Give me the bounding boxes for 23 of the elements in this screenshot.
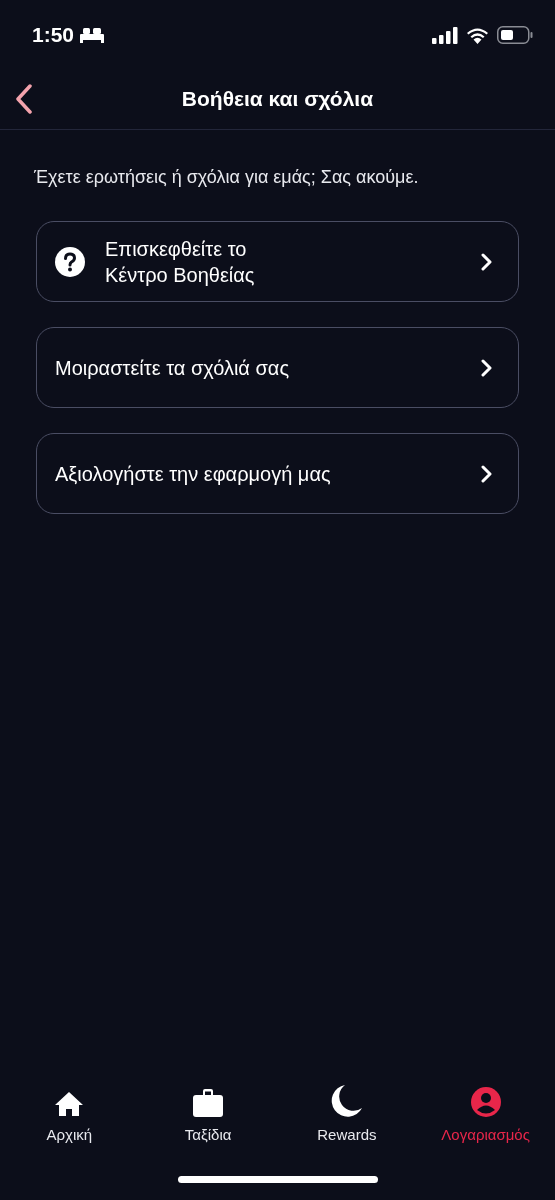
bed-icon bbox=[80, 27, 105, 43]
menu-item[interactable]: Μοιραστείτε τα σχόλιά σας bbox=[36, 327, 519, 408]
menu-item[interactable]: Επισκεφθείτε το Κέντρο Βοηθείας bbox=[36, 221, 519, 302]
back-icon bbox=[15, 84, 33, 114]
tab-item[interactable]: Λογαριασμός bbox=[416, 1080, 555, 1150]
signal-icon bbox=[432, 26, 458, 44]
wifi-icon bbox=[466, 26, 489, 44]
moon-icon bbox=[330, 1083, 363, 1118]
intro-text: Έχετε ερωτήσεις ή σχόλια για εμάς; Σας ακούμε. bbox=[34, 166, 420, 189]
menu-item[interactable]: Αξιολογήστε την εφαρμογή μας bbox=[36, 433, 519, 514]
battery-icon bbox=[497, 26, 533, 44]
status-time: 1:50 bbox=[32, 22, 75, 49]
tab-item[interactable]: Ταξίδια bbox=[138, 1080, 278, 1150]
tab-item[interactable]: Αρχική bbox=[0, 1080, 139, 1150]
help-icon bbox=[55, 246, 85, 277]
tab-item[interactable]: Rewards bbox=[277, 1080, 417, 1150]
chevron-right-icon bbox=[480, 358, 492, 377]
briefcase-icon bbox=[192, 1087, 225, 1118]
home-icon bbox=[54, 1089, 85, 1118]
chevron-right-icon bbox=[480, 252, 492, 271]
chevron-right-icon bbox=[480, 464, 492, 483]
page-title: Βοήθεια και σχόλια bbox=[181, 85, 374, 112]
account-icon bbox=[469, 1085, 502, 1118]
